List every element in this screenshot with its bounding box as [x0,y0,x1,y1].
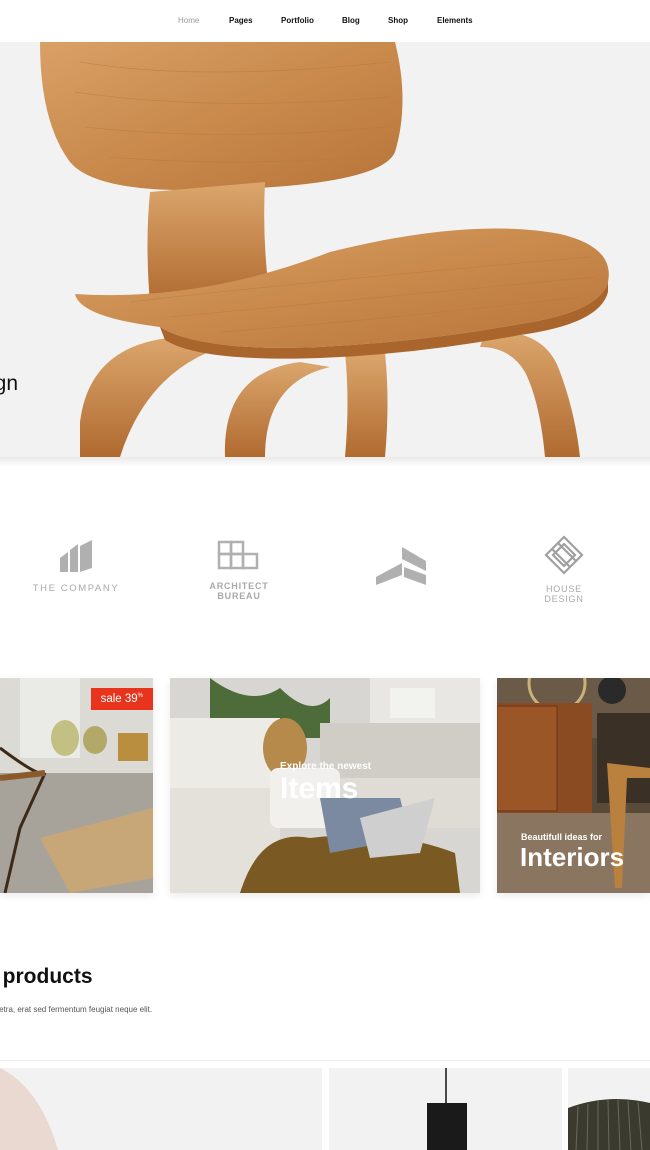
arrow-mark-logo-icon [376,547,426,585]
product-card[interactable] [568,1068,650,1150]
product-image [0,1068,322,1150]
nav-item-blog[interactable]: Blog [342,16,360,25]
house-design-logo-icon [544,535,584,575]
items-card-title: Items [280,772,359,805]
hero-slider: ign [0,42,650,457]
section-title: g products [0,965,93,988]
section-description: aretra, erat sed fermentum feugiat neque… [0,1005,153,1014]
logo-arrow-mark[interactable] [374,545,428,590]
hero-chair-image [40,42,609,457]
nav-item-elements[interactable]: Elements [437,16,473,25]
promo-card-interiors[interactable]: Beautifull ideas for Interiors [497,678,650,893]
sale-badge-text: sale 39 [100,693,138,705]
logo-label: THE COMPANY [32,583,120,594]
client-logos: THE COMPANY ARCHITECT BUREAU HOUSE DESIG… [0,530,650,610]
logo-the-company[interactable]: THE COMPANY [25,540,127,594]
logo-label: ARCHITECT BUREAU [209,581,269,601]
nav-item-portfolio[interactable]: Portfolio [281,16,314,25]
sale-badge-percent: % [137,693,143,700]
section-divider [0,1060,650,1061]
nav-item-pages[interactable]: Pages [229,16,253,25]
nav-item-shop[interactable]: Shop [388,16,408,25]
items-card-subtitle: Explore the newest [280,761,372,772]
nav-item-home[interactable]: Home [178,16,199,25]
hero-title: ign [0,372,19,395]
the-company-logo-icon [60,540,92,572]
sale-room-image [0,678,153,893]
product-image [329,1068,562,1150]
promo-card-sale[interactable]: sale 39% [0,678,153,893]
product-card[interactable] [329,1068,562,1150]
product-card[interactable] [0,1068,322,1150]
main-nav: Home Pages Portfolio Blog Shop Elements [0,0,650,42]
logo-label: HOUSE DESIGN [544,584,584,604]
interiors-card-subtitle: Beautifull ideas for [521,832,603,842]
promo-card-items[interactable]: Explore the newest Items [170,678,480,893]
sale-badge: sale 39% [90,688,153,710]
architect-bureau-logo-icon [217,540,259,570]
interiors-card-title: Interiors [520,842,625,872]
logo-house-design[interactable]: HOUSE DESIGN [525,535,603,604]
hero-shadow [0,457,650,467]
logo-architect-bureau[interactable]: ARCHITECT BUREAU [188,540,290,601]
product-image [568,1068,650,1150]
